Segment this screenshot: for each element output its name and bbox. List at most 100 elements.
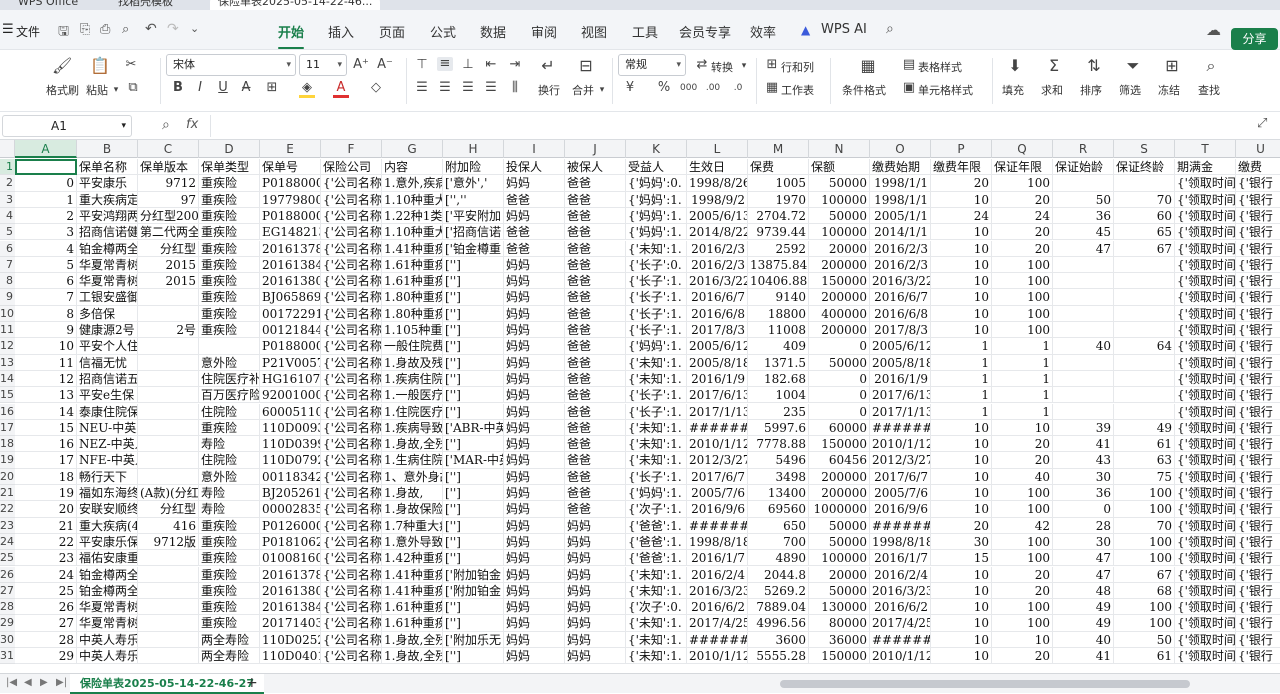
table-cell[interactable]: {'妈妈':1. (626, 338, 687, 355)
table-cell[interactable]: {'公司名称 (321, 533, 382, 551)
table-cell[interactable] (1114, 256, 1175, 274)
redo-icon[interactable]: ↷ (167, 21, 179, 37)
table-cell[interactable] (138, 419, 199, 437)
table-cell[interactable]: {'银行 (1236, 550, 1280, 567)
table-cell[interactable]: 20 (992, 648, 1053, 665)
table-cell[interactable]: 235 (748, 403, 809, 420)
table-cell[interactable]: 华夏常青树 (77, 615, 138, 632)
table-cell[interactable]: 201613840 (260, 256, 321, 274)
table-cell[interactable]: 妈妈 (565, 533, 626, 551)
table-cell[interactable]: {'未知':1. (626, 648, 687, 665)
quick-access-more-icon[interactable]: ⌄ (190, 22, 199, 35)
table-cell[interactable]: 50000 (809, 175, 870, 192)
format-painter-button[interactable]: 格式刷 (46, 82, 79, 98)
table-cell[interactable]: 30 (931, 533, 992, 551)
table-cell[interactable]: 2016/1/7 (870, 550, 931, 567)
table-cell[interactable] (1114, 322, 1175, 339)
table-cell[interactable] (1053, 387, 1114, 404)
row-header[interactable]: 17 (0, 419, 15, 437)
table-cell[interactable]: 1.身故,全残 (382, 631, 443, 648)
table-cell[interactable]: 200000 (809, 322, 870, 339)
table-cell[interactable]: 2005/6/13 (687, 207, 748, 225)
table-cell[interactable]: 1.生病住院 (382, 452, 443, 469)
table-cell[interactable]: {'银行 (1236, 208, 1280, 225)
table-cell[interactable]: 2 (15, 207, 77, 225)
distributed-icon[interactable]: ⫼ (507, 81, 523, 95)
table-cell[interactable]: 150000 (809, 436, 870, 453)
table-cell[interactable]: {'公司名称 (321, 436, 382, 453)
table-cell[interactable]: 爸爸 (565, 175, 626, 192)
table-cell[interactable]: 201613781 (260, 240, 321, 257)
cut-icon[interactable]: ✂ (123, 58, 139, 72)
table-cell[interactable]: 0 (15, 175, 77, 192)
table-cell[interactable]: 重疾险 (199, 615, 260, 632)
row-header[interactable]: 6 (0, 240, 15, 257)
column-header-N[interactable]: N (809, 140, 870, 158)
hamburger-icon[interactable]: ☰ (2, 22, 14, 37)
table-cell[interactable]: 妈妈 (504, 387, 565, 404)
table-cell[interactable]: 48 (1053, 582, 1114, 600)
header-cell[interactable]: 保证始龄 (1053, 159, 1114, 176)
header-cell[interactable]: 保证终龄 (1114, 159, 1175, 176)
zoom-search-icon[interactable]: ⌕ (162, 117, 170, 133)
table-cell[interactable]: 197798000 (260, 191, 321, 208)
column-header-P[interactable]: P (931, 140, 992, 158)
table-cell[interactable]: {'银行 (1236, 583, 1280, 600)
table-cell[interactable]: 爸爸 (565, 322, 626, 339)
table-cell[interactable]: [''] (443, 338, 504, 355)
table-cell[interactable]: {'公司名称 (321, 403, 382, 420)
table-cell[interactable]: {'银行 (1236, 387, 1280, 404)
fill-color-icon[interactable]: ◈ (299, 81, 315, 98)
freeze-icon[interactable]: ⊞ (1162, 58, 1182, 74)
table-cell[interactable]: ['MAR-中英 (443, 452, 504, 469)
table-cell[interactable]: 重大疾病(4 (77, 517, 138, 534)
table-cell[interactable]: 1004 (748, 387, 809, 404)
table-cell[interactable]: 50000 (809, 207, 870, 225)
table-cell[interactable]: {'领取时间 (1175, 468, 1236, 485)
row-header[interactable]: 10 (0, 305, 15, 322)
table-cell[interactable]: 妈妈 (504, 403, 565, 420)
table-cell[interactable]: {'公司名称 (321, 452, 382, 469)
table-cell[interactable]: {'公司名称 (321, 615, 382, 632)
table-cell[interactable]: 67 (1114, 240, 1175, 257)
table-cell[interactable]: {'公司名称 (321, 419, 382, 437)
table-cell[interactable] (138, 648, 199, 665)
table-cell[interactable]: 9739.44 (748, 224, 809, 241)
table-cell[interactable]: [''] (443, 485, 504, 502)
find-icon[interactable]: ⌕ (1201, 58, 1221, 74)
table-cell[interactable]: 10 (931, 452, 992, 469)
paste-dropdown-icon[interactable]: ▾ (108, 83, 124, 97)
table-cell[interactable]: [''] (443, 615, 504, 632)
table-cell[interactable]: 华夏常青树 (77, 273, 138, 290)
italic-icon[interactable]: I (192, 81, 208, 95)
table-cell[interactable]: BJ2052616 (260, 485, 321, 502)
share-button[interactable]: 分享 (1231, 28, 1278, 50)
table-cell[interactable]: 1.61种重疾 (382, 256, 443, 274)
table-cell[interactable]: 分红型 (138, 240, 199, 257)
table-cell[interactable]: {'银行 (1236, 192, 1280, 208)
table-cell[interactable]: {'银行 (1236, 469, 1280, 485)
table-cell[interactable]: 爸爸 (565, 256, 626, 274)
align-right-icon[interactable]: ☰ (460, 81, 476, 95)
table-cell[interactable]: 中英人寿乐b款 (77, 631, 138, 648)
table-cell[interactable]: {'公司名称 (321, 289, 382, 306)
table-cell[interactable]: {'领取时间 (1175, 354, 1236, 371)
table-cell[interactable]: 1998/9/2 (687, 191, 748, 208)
table-cell[interactable]: 2010/1/12 (870, 436, 931, 453)
table-cell[interactable]: 0 (1053, 501, 1114, 518)
table-cell[interactable]: 铂金樽两全 (77, 240, 138, 257)
header-cell[interactable]: 缴费年限 (931, 159, 992, 176)
table-cell[interactable]: 2014/1/1 (870, 224, 931, 241)
table-cell[interactable]: 27 (15, 615, 77, 632)
table-cell[interactable] (1053, 322, 1114, 339)
sum-button[interactable]: 求和 (1041, 82, 1063, 98)
table-cell[interactable]: 150000 (809, 273, 870, 290)
table-cell[interactable]: {'领取时间 (1175, 501, 1236, 518)
table-cell[interactable]: {'领取时间 (1175, 566, 1236, 583)
table-cell[interactable]: 9140 (748, 289, 809, 306)
table-cell[interactable]: {'领取时间 (1175, 452, 1236, 469)
table-cell[interactable]: 47 (1053, 240, 1114, 257)
table-style-button[interactable]: 表格样式 (918, 59, 962, 75)
table-cell[interactable]: 2592 (748, 240, 809, 257)
table-cell[interactable]: 15 (931, 550, 992, 567)
